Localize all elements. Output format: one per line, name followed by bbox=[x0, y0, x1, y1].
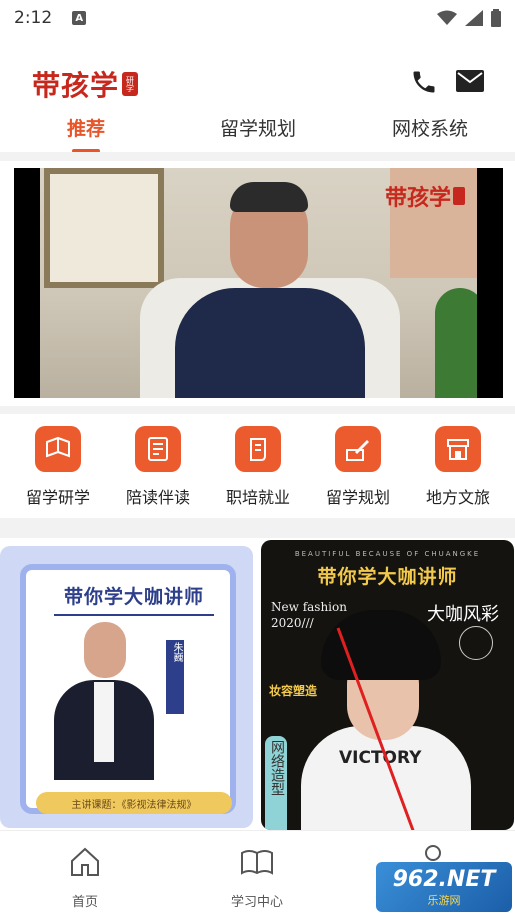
video-banner[interactable]: 带孩学 bbox=[14, 168, 503, 398]
divider bbox=[0, 152, 515, 161]
nav-home[interactable]: 首页 bbox=[40, 845, 130, 910]
plant bbox=[435, 288, 477, 398]
vertical-text: 网络造型 bbox=[269, 740, 285, 796]
category-local-travel[interactable]: 地方文旅 bbox=[408, 426, 508, 508]
teacher-head bbox=[84, 622, 126, 678]
banner-logo: 带孩学 bbox=[385, 180, 466, 212]
signal-icon bbox=[465, 10, 483, 26]
category-label: 陪读伴读 bbox=[125, 488, 190, 507]
seal-circle bbox=[459, 626, 493, 660]
site-watermark: 962.NET 乐游网 bbox=[376, 862, 512, 912]
card-left-frame: 带你学大咖讲师 朱巍 bbox=[20, 564, 236, 814]
category-label: 留学研学 bbox=[25, 488, 90, 507]
home-icon bbox=[71, 847, 99, 876]
top-tabs: 推荐 留学规划 网校系统 bbox=[0, 106, 515, 153]
person-hair bbox=[230, 182, 308, 212]
category-label: 职培就业 bbox=[225, 488, 290, 507]
model-hat bbox=[321, 610, 441, 680]
status-bar: 2:12 A bbox=[0, 0, 515, 36]
scroll-icon bbox=[235, 426, 281, 472]
document-icon bbox=[135, 426, 181, 472]
notification-icon: A bbox=[72, 11, 87, 25]
logo-text: 带孩学 bbox=[32, 69, 120, 102]
category-label: 留学规划 bbox=[325, 488, 390, 507]
card-title: 带你学大咖讲师 bbox=[63, 586, 204, 608]
pill-dot bbox=[42, 797, 52, 807]
store-icon bbox=[435, 426, 481, 472]
card-title: 带你学大咖讲师 bbox=[317, 566, 458, 588]
category-planning[interactable]: 留学规划 bbox=[308, 426, 408, 508]
calligraphy-frame bbox=[44, 168, 164, 288]
banner-logo-text: 带孩学 bbox=[385, 185, 452, 211]
book-open-icon bbox=[241, 850, 273, 875]
person-body bbox=[175, 288, 365, 398]
watermark-text: 乐游网 bbox=[427, 893, 461, 907]
divider bbox=[0, 518, 515, 538]
app-header: 带孩学 研学 bbox=[0, 56, 515, 106]
category-grid: 留学研学 陪读伴读 职培就业 留学规划 地方文旅 bbox=[0, 420, 515, 512]
model-body bbox=[301, 726, 471, 830]
watermark-logo: 962.NET bbox=[392, 866, 496, 892]
side-title: 大咖风彩 bbox=[427, 604, 499, 625]
year-text: 2020/// bbox=[271, 616, 314, 630]
tab-recommend[interactable]: 推荐 bbox=[67, 114, 105, 141]
category-study-tour[interactable]: 留学研学 bbox=[8, 426, 108, 508]
teacher-shirt bbox=[94, 682, 114, 762]
status-time: 2:12 bbox=[14, 8, 53, 28]
logo-seal: 研学 bbox=[122, 72, 139, 96]
teacher-card-left[interactable]: 带你学大咖讲师 朱巍 bbox=[0, 546, 253, 828]
nav-learning-center[interactable]: 学习中心 bbox=[212, 845, 302, 910]
divider bbox=[0, 406, 515, 414]
makeup-text: 妆容塑造 bbox=[269, 684, 318, 698]
tab-online-school[interactable]: 网校系统 bbox=[392, 114, 468, 141]
shirt-text: VICTORY bbox=[339, 748, 422, 768]
nav-label: 学习中心 bbox=[230, 895, 283, 910]
banner-logo-seal bbox=[453, 187, 466, 205]
nav-label: 首页 bbox=[71, 895, 98, 910]
new-fashion-text: New fashion bbox=[271, 600, 347, 614]
app-logo: 带孩学 研学 bbox=[32, 64, 139, 104]
category-career[interactable]: 职培就业 bbox=[208, 426, 308, 508]
title-underline bbox=[54, 614, 214, 616]
wifi-icon bbox=[437, 10, 457, 25]
phone-icon[interactable] bbox=[410, 68, 438, 96]
card-tagline: BEAUTIFUL BECAUSE OF CHUANGKE bbox=[294, 550, 481, 558]
teacher-name: 朱巍 bbox=[171, 642, 182, 662]
category-label: 地方文旅 bbox=[425, 488, 490, 507]
tab-study-abroad[interactable]: 留学规划 bbox=[220, 114, 296, 141]
banner-image: 带孩学 bbox=[40, 168, 477, 398]
category-accompany[interactable]: 陪读伴读 bbox=[108, 426, 208, 508]
mail-icon[interactable] bbox=[456, 70, 484, 92]
battery-icon bbox=[491, 9, 501, 27]
book-icon bbox=[35, 426, 81, 472]
teacher-card-right[interactable]: BEAUTIFUL BECAUSE OF CHUANGKE 带你学大咖讲师 Ne… bbox=[261, 540, 514, 830]
status-indicators bbox=[437, 9, 501, 27]
course-pill: 主讲课题：《影视法律法规》 bbox=[36, 792, 232, 814]
pen-icon bbox=[335, 426, 381, 472]
